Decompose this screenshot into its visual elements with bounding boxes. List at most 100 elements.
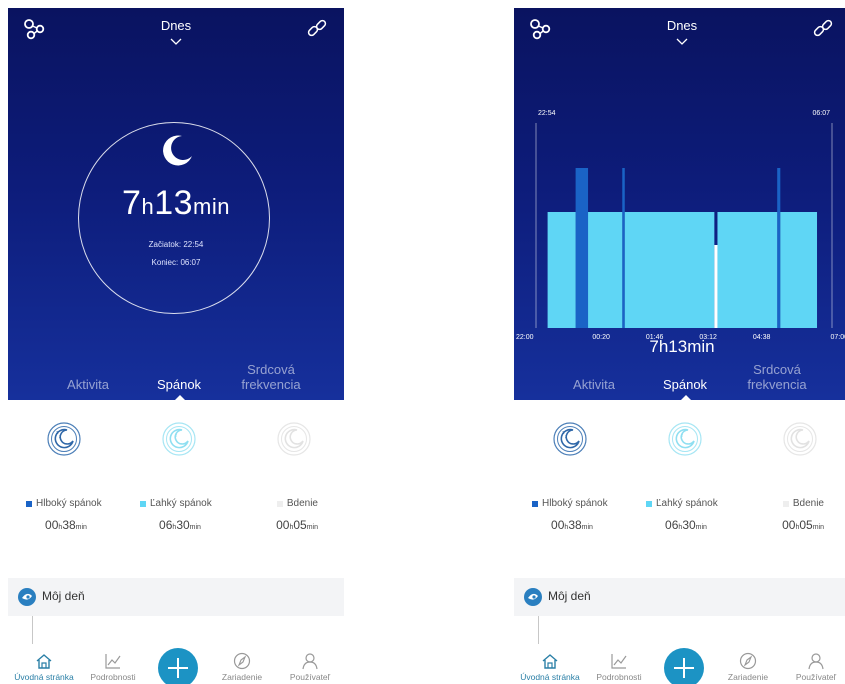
chart-bar-deep-0 <box>575 168 589 328</box>
nav-user-label: Používateľ <box>795 672 837 682</box>
legend-awake-label: Bdenie <box>286 498 318 509</box>
link-icon[interactable] <box>304 16 330 42</box>
legend-deep-sleep: Hlboký spánok 00h38min <box>532 498 642 532</box>
svg-text:z: z <box>565 434 567 439</box>
sleep-chart-screen: Dnes 22:54 06:07 22:00 00:20 01:46 03:12 04:… <box>514 8 845 684</box>
legend-light-sleep: Ľahký spánok 06h30min <box>646 498 756 532</box>
legend-awake-label: Bdenie <box>792 498 824 509</box>
chart-start-label: 22:54 <box>538 110 556 117</box>
deep-sleep-icon[interactable]: z z <box>552 421 588 457</box>
svg-text:z: z <box>175 433 177 438</box>
sleep-stage-chart: 22:54 06:07 22:00 00:20 01:46 03:12 04:38 07:… <box>516 110 845 341</box>
link-icon[interactable] <box>810 16 836 42</box>
light-sleep-swatch <box>140 500 146 507</box>
sleep-stage-legend: Hlboký spánok 00h38min Ľahký spánok 06h3… <box>8 498 344 538</box>
add-button[interactable] <box>158 648 198 684</box>
sleep-duration: 7h13min <box>122 184 230 222</box>
my-day-icon <box>524 588 542 606</box>
light-sleep-icon[interactable]: z <box>161 421 197 457</box>
compass-icon <box>739 652 757 670</box>
tab-activity[interactable]: Aktivita <box>58 377 118 392</box>
active-tab-indicator <box>174 395 186 401</box>
chart-bar-light-3 <box>717 212 778 328</box>
stage-icons: z z z <box>8 421 344 461</box>
nav-home[interactable]: Úvodná stránka <box>10 652 78 682</box>
awake-swatch <box>276 500 283 507</box>
nav-devices-label: Zariadenie <box>221 672 263 682</box>
nav-user[interactable]: Používateľ <box>278 652 342 682</box>
user-icon <box>808 653 824 670</box>
chart-bar-light-0 <box>547 212 576 328</box>
light-sleep-icon[interactable]: z <box>667 421 703 457</box>
my-day-section[interactable]: Môj deň <box>514 578 845 616</box>
deep-sleep-swatch <box>26 500 32 507</box>
sleep-summary-screen: Dnes 7h13min Začiatok: 22:54 Koniec: 06:… <box>8 8 344 684</box>
chart-sleep-duration: 7h13min <box>649 337 715 356</box>
my-day-section[interactable]: Môj deň <box>8 578 344 616</box>
nav-user-label: Používateľ <box>289 672 331 682</box>
tab-activity[interactable]: Aktivita <box>564 377 624 392</box>
bottom-nav: Úvodná stránka Podrobnosti Zariadenie Po… <box>514 638 845 684</box>
legend-deep-sleep-label: Hlboký spánok <box>542 498 608 509</box>
legend-deep-sleep: Hlboký spánok 00h38min <box>26 498 136 532</box>
tab-sleep[interactable]: Spánok <box>654 377 716 392</box>
awake-icon[interactable] <box>276 421 312 457</box>
nav-details[interactable]: Podrobnosti <box>584 652 654 682</box>
nav-devices[interactable]: Zariadenie <box>211 652 273 682</box>
tab-heart-rate-line2: frekvencia <box>747 377 807 392</box>
top-bar: Dnes <box>8 8 344 58</box>
top-bar: Dnes <box>514 8 845 58</box>
tab-heart-rate[interactable]: Srdcová frekvencia <box>742 362 812 392</box>
chart-bar-deep-2 <box>777 168 781 328</box>
chart-icon <box>611 654 627 669</box>
awake-duration: 00h05min <box>276 518 318 532</box>
tab-heart-rate-line1: Srdcová <box>753 362 801 377</box>
light-sleep-swatch <box>646 500 652 507</box>
add-button[interactable] <box>664 648 704 684</box>
nav-devices-label: Zariadenie <box>727 672 769 682</box>
sleep-hero: Dnes 22:54 06:07 22:00 00:20 01:46 03:12 04:… <box>514 8 845 401</box>
chart-end-label: 06:07 <box>812 110 830 117</box>
nav-home-label: Úvodná stránka <box>14 672 74 682</box>
bottom-nav: Úvodná stránka Podrobnosti Zariadenie Po… <box>8 638 344 684</box>
date-title[interactable]: Dnes <box>8 18 344 33</box>
my-day-icon <box>18 588 36 606</box>
legend-light-sleep: Ľahký spánok 06h30min <box>140 498 250 532</box>
sleep-hero: Dnes 7h13min Začiatok: 22:54 Koniec: 06:… <box>8 8 344 401</box>
date-title[interactable]: Dnes <box>514 18 845 33</box>
nav-devices[interactable]: Zariadenie <box>717 652 779 682</box>
chart-bar-light-2 <box>624 212 715 328</box>
user-icon <box>302 653 318 670</box>
sleep-start-time: Začiatok: 22:54 <box>148 240 204 249</box>
home-icon <box>36 654 52 669</box>
nav-user[interactable]: Používateľ <box>784 652 845 682</box>
nav-details-label: Podrobnosti <box>596 672 642 682</box>
my-day-label: Môj deň <box>42 589 85 603</box>
tab-heart-rate-line1: Srdcová <box>247 362 295 377</box>
legend-light-sleep-label: Ľahký spánok <box>150 498 212 509</box>
chart-bar-light-1 <box>588 212 623 328</box>
tab-heart-rate-line2: frekvencia <box>241 377 301 392</box>
deep-sleep-swatch <box>532 500 538 507</box>
chart-bar-awake-0 <box>714 245 718 328</box>
moon-icon <box>163 135 192 166</box>
nav-home[interactable]: Úvodná stránka <box>516 652 584 682</box>
nav-details-label: Podrobnosti <box>90 672 136 682</box>
active-tab-indicator <box>680 395 692 401</box>
deep-sleep-duration: 00h38min <box>45 518 87 532</box>
chevron-down-icon[interactable] <box>170 38 182 46</box>
my-day-label: Môj deň <box>548 589 591 603</box>
nav-home-label: Úvodná stránka <box>520 672 580 682</box>
chart-icon <box>105 654 121 669</box>
tab-sleep[interactable]: Spánok <box>148 377 210 392</box>
awake-swatch <box>782 500 789 507</box>
legend-light-sleep-label: Ľahký spánok <box>656 498 718 509</box>
awake-icon[interactable] <box>782 421 818 457</box>
legend-deep-sleep-label: Hlboký spánok <box>36 498 102 509</box>
chevron-down-icon[interactable] <box>676 38 688 46</box>
tab-heart-rate[interactable]: Srdcová frekvencia <box>236 362 306 392</box>
nav-details[interactable]: Podrobnosti <box>78 652 148 682</box>
tab-bar: Aktivita Spánok Srdcová frekvencia <box>514 360 845 401</box>
deep-sleep-icon[interactable]: z z <box>46 421 82 457</box>
legend-awake: Bdenie 00h05min <box>238 498 344 532</box>
